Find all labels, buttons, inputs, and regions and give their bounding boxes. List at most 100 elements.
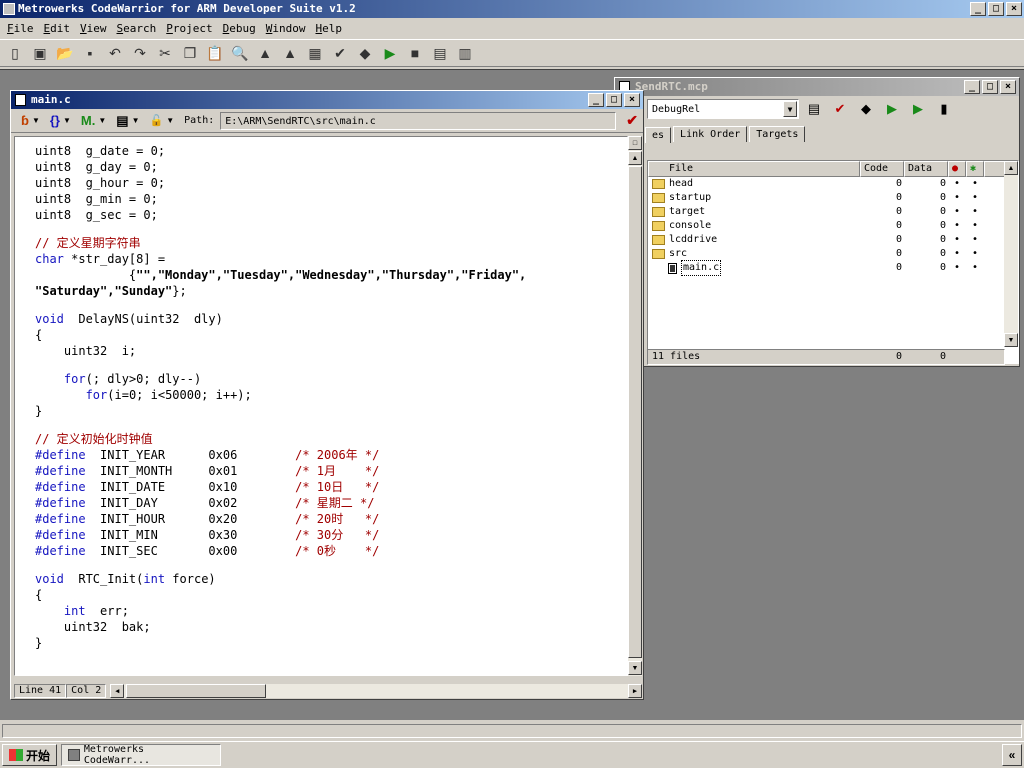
- scroll-up-arrow[interactable]: ▲: [628, 151, 642, 165]
- tab-targets[interactable]: Targets: [749, 126, 806, 142]
- save-icon[interactable]: ▪: [79, 42, 101, 64]
- horizontal-scroll-thumb[interactable]: [126, 684, 267, 698]
- tab-files[interactable]: es: [645, 127, 672, 143]
- table-row[interactable]: target00••▪: [648, 205, 1018, 219]
- bring-up-to-date-icon[interactable]: ◆: [354, 42, 376, 64]
- scroll-down-arrow[interactable]: ▼: [1004, 333, 1018, 347]
- code-editor[interactable]: uint8 g_date = 0; uint8 g_day = 0; uint8 g…: [14, 136, 628, 676]
- debug-project-icon[interactable]: ▶: [881, 98, 903, 120]
- file-list-icon[interactable]: ▤: [429, 42, 451, 64]
- disassemble-icon[interactable]: ▦: [304, 42, 326, 64]
- column-file[interactable]: File: [648, 161, 860, 177]
- table-row[interactable]: main.c00••▪: [648, 260, 1018, 276]
- table-row[interactable]: startup00••▪: [648, 191, 1018, 205]
- column-code[interactable]: Code: [860, 161, 904, 177]
- target-select[interactable]: DebugRel ▼: [647, 99, 799, 119]
- menu-view[interactable]: View: [75, 22, 112, 35]
- menu-window[interactable]: Window: [261, 22, 311, 35]
- debug-dot-icon[interactable]: •: [948, 247, 966, 261]
- start-button[interactable]: 开始: [2, 744, 58, 766]
- editor-close-button[interactable]: ×: [624, 93, 640, 107]
- editor-minimize-button[interactable]: _: [588, 93, 604, 107]
- cut-icon[interactable]: ✂: [154, 42, 176, 64]
- bug-dot-icon[interactable]: •: [966, 205, 984, 219]
- bug-dot-icon[interactable]: •: [966, 261, 984, 275]
- project-title-bar[interactable]: SendRTC.mcp _ □ ×: [615, 78, 1019, 96]
- open-folder-icon[interactable]: 📂: [54, 42, 76, 64]
- debug-dot-icon[interactable]: •: [948, 177, 966, 191]
- scroll-right-arrow[interactable]: ▶: [628, 684, 642, 698]
- menu-debug[interactable]: Debug: [218, 22, 261, 35]
- project-maximize-button[interactable]: □: [982, 80, 998, 94]
- menu-search[interactable]: Search: [112, 22, 162, 35]
- make-icon[interactable]: ▲: [279, 42, 301, 64]
- project-window[interactable]: SendRTC.mcp _ □ × DebugRel ▼ ▤ ✔ ◆ ▶ ▶ ▮…: [614, 77, 1020, 367]
- new-project-icon[interactable]: ▣: [29, 42, 51, 64]
- scroll-up-arrow[interactable]: ▲: [1004, 161, 1018, 175]
- debug-dot-icon[interactable]: •: [948, 233, 966, 247]
- compile-icon[interactable]: ▲: [254, 42, 276, 64]
- minimize-button[interactable]: _: [970, 2, 986, 16]
- project-scrollbar[interactable]: ▲ ▼: [1004, 161, 1018, 347]
- debug-dot-icon[interactable]: •: [948, 261, 966, 275]
- check-syntax-icon[interactable]: ✔: [329, 42, 351, 64]
- paste-icon[interactable]: 📋: [204, 42, 226, 64]
- table-row[interactable]: head00••▪: [648, 177, 1018, 191]
- redo-icon[interactable]: ↷: [129, 42, 151, 64]
- file-lock-menu[interactable]: 🔓 ▼: [146, 111, 179, 131]
- tray-expand-button[interactable]: «: [1002, 744, 1022, 766]
- make-project-icon[interactable]: ◆: [855, 98, 877, 120]
- table-row[interactable]: console00••▪: [648, 219, 1018, 233]
- chevron-down-icon[interactable]: ▼: [783, 101, 797, 117]
- debug-dot-icon[interactable]: •: [948, 205, 966, 219]
- menu-edit[interactable]: Edit: [39, 22, 76, 35]
- app-icon[interactable]: [3, 3, 15, 15]
- editor-vertical-scrollbar[interactable]: □ ▲ ▼: [628, 136, 642, 676]
- debug-column-icon[interactable]: ●: [948, 161, 966, 177]
- device-icon[interactable]: ▮: [933, 98, 955, 120]
- run-icon[interactable]: ▶: [907, 98, 929, 120]
- headers-menu[interactable]: {} ▼: [46, 111, 75, 131]
- functions-menu[interactable]: ɓ ▼: [17, 111, 44, 131]
- debug-icon[interactable]: ▶: [379, 42, 401, 64]
- split-handle[interactable]: □: [628, 136, 642, 150]
- menu-file[interactable]: File: [2, 22, 39, 35]
- taskbar-app-item[interactable]: Metrowerks CodeWarr...: [61, 744, 222, 766]
- synchronize-icon[interactable]: ✔: [829, 98, 851, 120]
- debug-dot-icon[interactable]: •: [948, 219, 966, 233]
- path-field[interactable]: E:\ARM\SendRTC\src\main.c: [220, 111, 617, 130]
- bug-dot-icon[interactable]: •: [966, 219, 984, 233]
- bug-dot-icon[interactable]: •: [966, 191, 984, 205]
- table-row[interactable]: src00••▪: [648, 247, 1018, 261]
- bug-dot-icon[interactable]: •: [966, 247, 984, 261]
- markers-menu[interactable]: M. ▼: [77, 111, 110, 131]
- editor-maximize-button[interactable]: □: [606, 93, 622, 107]
- editor-title-bar[interactable]: main.c _ □ ×: [11, 91, 643, 109]
- scroll-down-arrow[interactable]: ▼: [628, 661, 642, 675]
- tab-link-order[interactable]: Link Order: [673, 126, 748, 142]
- table-row[interactable]: lcddrive00••▪: [648, 233, 1018, 247]
- editor-horizontal-scrollbar[interactable]: ◀ ▶: [110, 684, 642, 698]
- new-text-file-icon[interactable]: ▯: [4, 42, 26, 64]
- project-close-button[interactable]: ×: [1000, 80, 1016, 94]
- editor-window[interactable]: main.c _ □ × ɓ ▼ {} ▼ M. ▼ ▤ ▼ 🔓 ▼ Path: E:\A…: [10, 90, 644, 700]
- bug-column-icon[interactable]: ✱: [966, 161, 984, 177]
- bug-dot-icon[interactable]: •: [966, 233, 984, 247]
- menu-help[interactable]: Help: [311, 22, 348, 35]
- check-icon[interactable]: ✔: [626, 112, 638, 129]
- close-button[interactable]: ×: [1006, 2, 1022, 16]
- stop-icon[interactable]: ■: [404, 42, 426, 64]
- symbols-icon[interactable]: ▥: [454, 42, 476, 64]
- scroll-thumb[interactable]: [628, 166, 642, 658]
- project-minimize-button[interactable]: _: [964, 80, 980, 94]
- menu-project[interactable]: Project: [161, 22, 217, 35]
- debug-dot-icon[interactable]: •: [948, 191, 966, 205]
- column-data[interactable]: Data: [904, 161, 948, 177]
- document-settings-menu[interactable]: ▤ ▼: [112, 111, 143, 131]
- bug-dot-icon[interactable]: •: [966, 177, 984, 191]
- scroll-left-arrow[interactable]: ◀: [110, 684, 125, 698]
- copy-icon[interactable]: ❐: [179, 42, 201, 64]
- undo-icon[interactable]: ↶: [104, 42, 126, 64]
- maximize-button[interactable]: □: [988, 2, 1004, 16]
- find-icon[interactable]: 🔍: [229, 42, 251, 64]
